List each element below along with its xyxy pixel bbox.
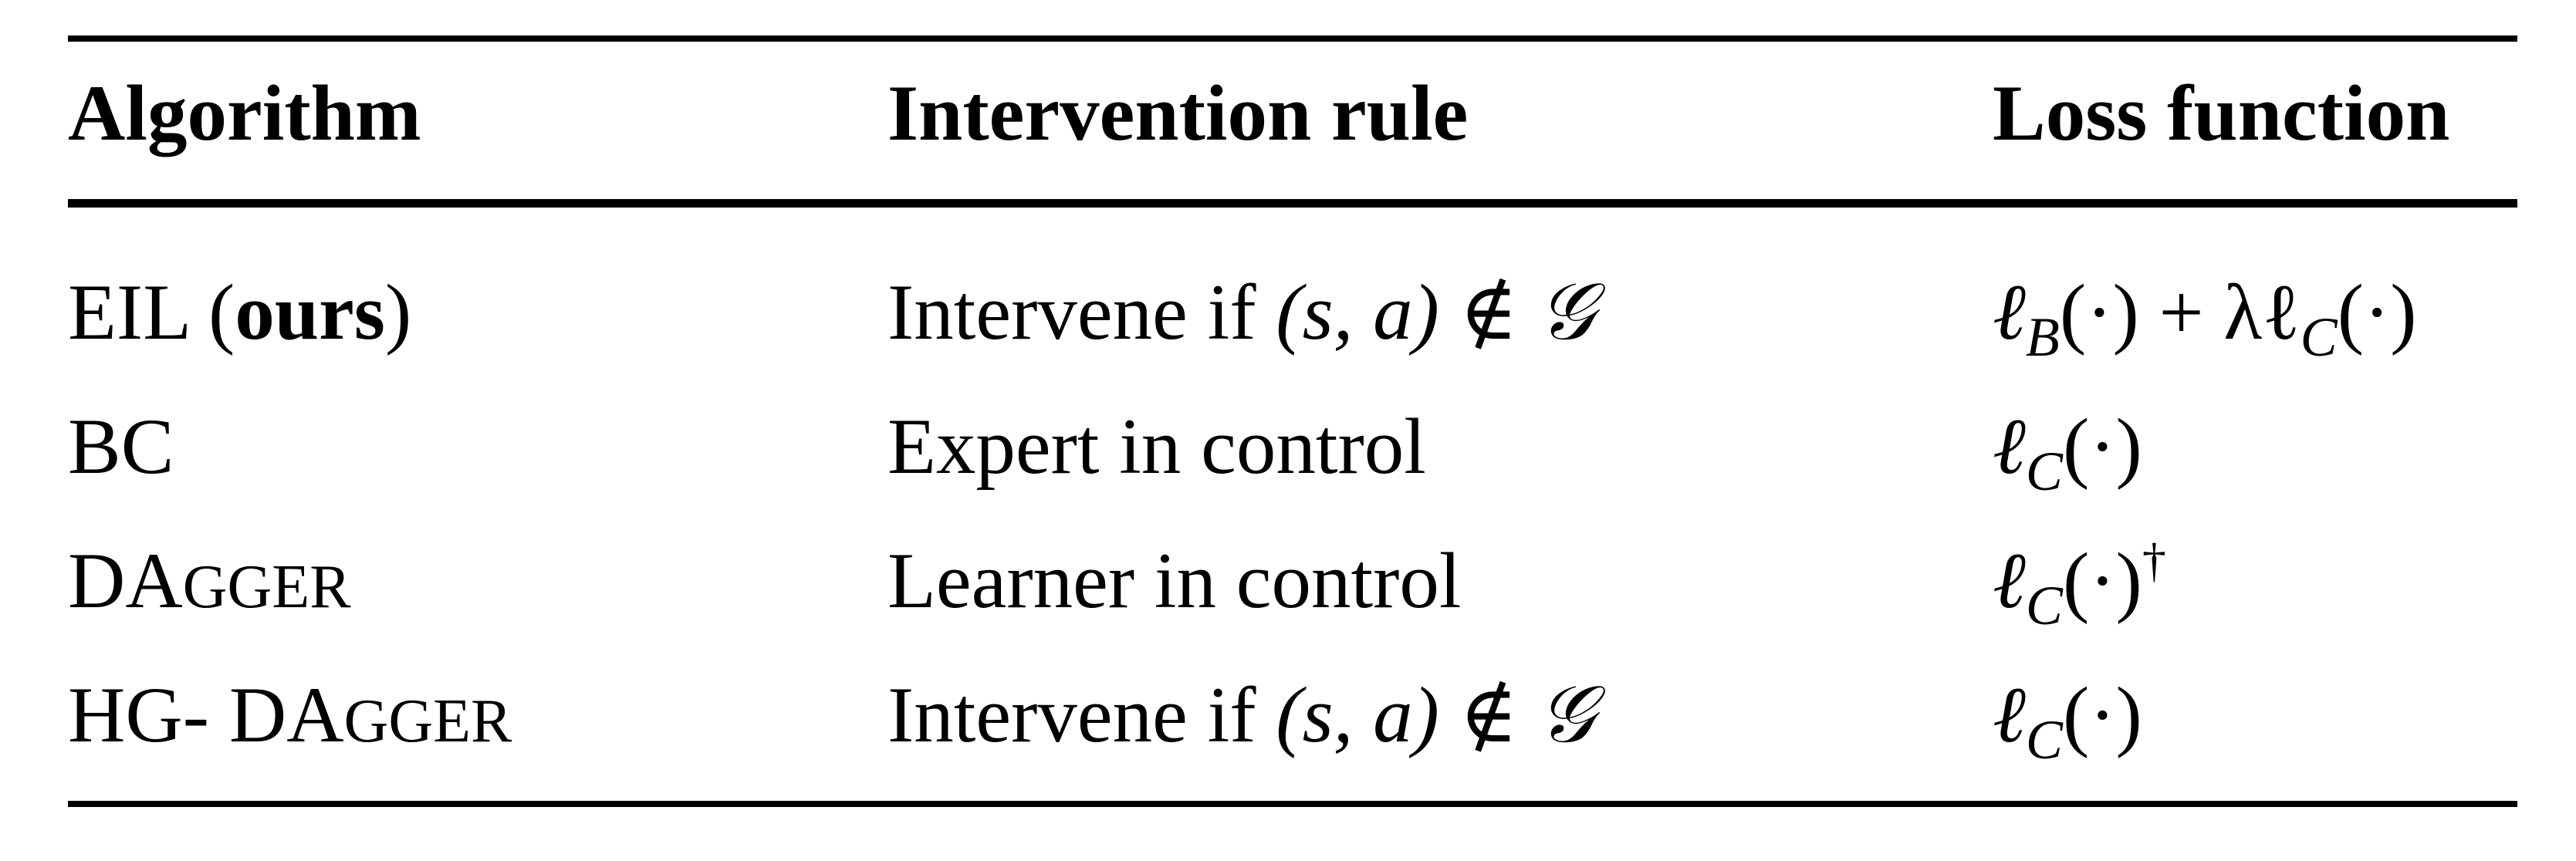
row-bc-loss: ℓC(·) (1993, 407, 2142, 500)
algorithm-name-caps: DA (228, 671, 344, 759)
loss-subscript: C (2025, 709, 2063, 771)
header-loss-function: Loss function (1993, 69, 2450, 157)
header-rule (68, 199, 2517, 208)
header-intervention-rule: Intervention rule (887, 69, 1469, 157)
row-hg-dagger-intervention: Intervene if (s, a) ∉ 𝒢 (887, 676, 1594, 755)
algorithm-name-smallcaps: GGER (182, 553, 351, 621)
intervention-text: Intervene if (887, 268, 1276, 356)
row-eil-algorithm: EIL (ours) (68, 273, 411, 353)
loss-subscript: C (2300, 306, 2338, 368)
loss-symbol: ℓ (1993, 268, 2026, 356)
row-dagger-algorithm: DAGGER (68, 542, 351, 621)
row-dagger-intervention: Learner in control (887, 537, 1462, 625)
header-algorithm: Algorithm (68, 69, 421, 157)
loss-symbol: ℓ (1993, 671, 2026, 759)
intervention-condition: (s, a) ∉ 𝒢 (1276, 671, 1595, 759)
loss-argument: (·) (2062, 403, 2142, 491)
loss-subscript: B (2025, 306, 2060, 368)
row-bc-algorithm: BC (68, 403, 174, 491)
loss-argument: (·) (2062, 671, 2142, 759)
loss-symbol: ℓ (1993, 403, 2026, 491)
dagger-footnote-mark: † (2142, 535, 2166, 587)
algorithm-name-caps: DA (68, 537, 183, 625)
ours-marker: ours (235, 268, 385, 356)
row-bc-intervention: Expert in control (887, 403, 1426, 491)
algorithm-suffix: ) (384, 268, 412, 356)
top-rule (68, 35, 2517, 42)
row-dagger-loss: ℓC(·)† (1993, 537, 2166, 633)
algorithm-prefix: HG- (68, 671, 229, 759)
row-eil-intervention: Intervene if (s, a) ∉ 𝒢 (887, 273, 1594, 353)
loss-subscript: C (2025, 575, 2063, 636)
row-hg-dagger-loss: ℓC(·) (1993, 676, 2142, 768)
algorithm-name: EIL ( (68, 268, 235, 356)
algorithm-name-smallcaps: GGER (343, 687, 512, 755)
row-hg-dagger-algorithm: HG- DAGGER (68, 676, 512, 755)
loss-expression: (·) + λℓ (2059, 268, 2300, 356)
row-eil-loss: ℓB(·) + λℓC(·) (1993, 273, 2417, 366)
loss-argument: (·) (2337, 268, 2417, 356)
intervention-condition: (s, a) ∉ 𝒢 (1276, 268, 1595, 356)
loss-symbol: ℓ (1993, 537, 2026, 625)
loss-argument: (·) (2062, 537, 2142, 625)
loss-subscript: C (2025, 441, 2063, 502)
bottom-rule (68, 801, 2517, 807)
intervention-text: Intervene if (887, 671, 1276, 759)
